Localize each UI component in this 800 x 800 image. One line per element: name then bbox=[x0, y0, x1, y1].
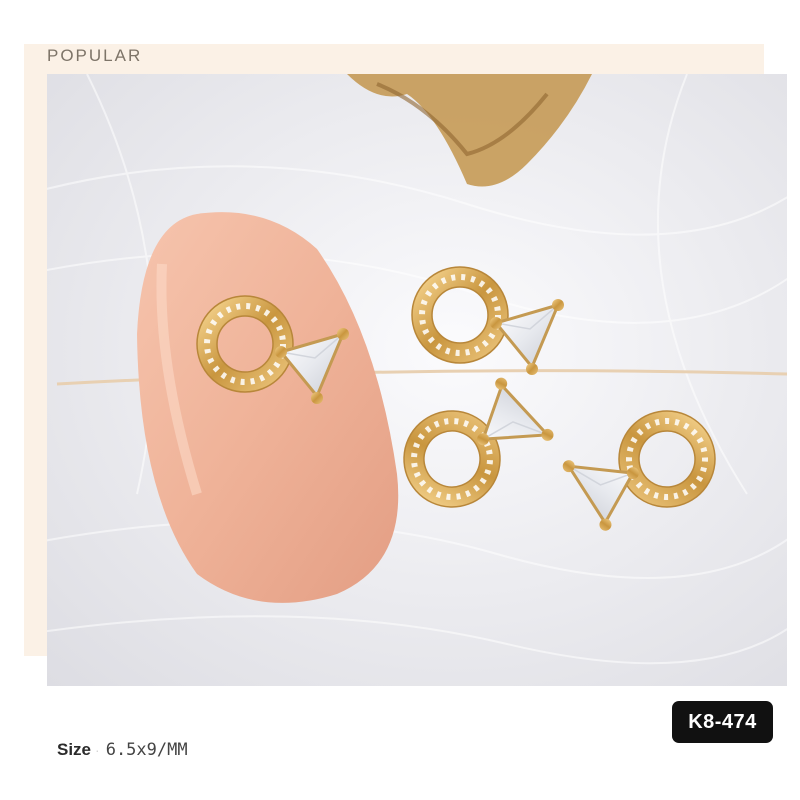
size-label: Size bbox=[57, 740, 92, 759]
product-photo bbox=[47, 74, 787, 686]
size-value: 6.5x9/MM bbox=[105, 740, 188, 760]
product-photo-art bbox=[47, 74, 787, 686]
size-row: Size · 6.5x9/MM bbox=[57, 740, 188, 768]
size-separator: · bbox=[95, 742, 100, 758]
product-code-badge: K8-474 bbox=[672, 701, 773, 743]
popular-label: POPULAR bbox=[47, 46, 143, 65]
